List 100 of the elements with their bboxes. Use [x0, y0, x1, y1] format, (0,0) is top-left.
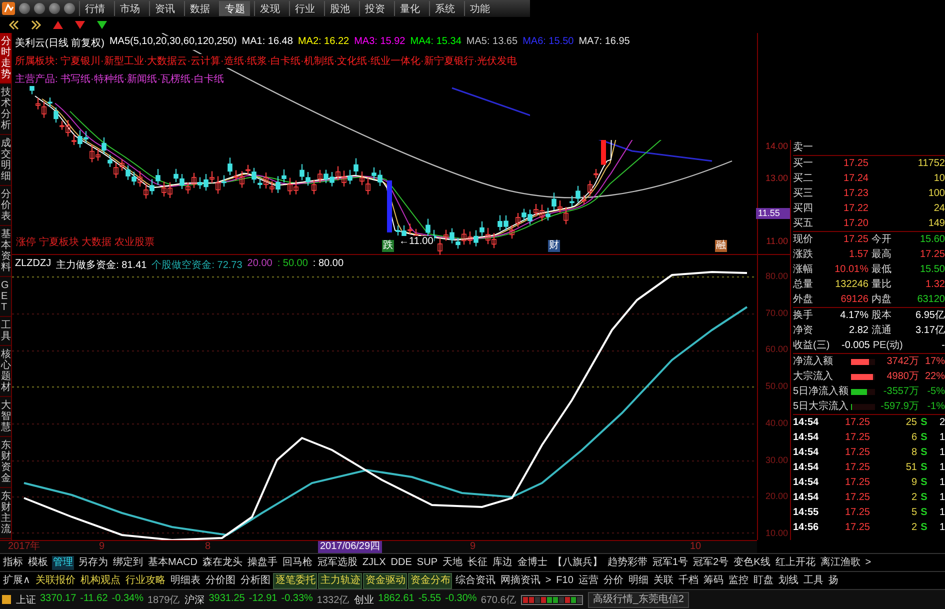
toolbar-item[interactable]: 运营 — [577, 574, 600, 588]
toolbar-item[interactable]: 指标 — [2, 556, 24, 570]
toolbar-item[interactable]: 划线 — [777, 574, 800, 588]
toolbar-item[interactable]: 盯盘 — [752, 574, 774, 588]
bid-volume: 10 — [932, 172, 945, 186]
menu-item[interactable]: 功能 — [464, 1, 495, 16]
indicator-value: : 50.00 — [277, 258, 308, 271]
toolbar-item[interactable]: 资金驱动 — [364, 574, 406, 588]
menu-item[interactable]: 行情 — [79, 1, 110, 16]
toolbar-item[interactable]: 扬 — [827, 574, 840, 588]
axis-label: 50.00 — [765, 381, 788, 392]
toolbar-item[interactable]: 扩展∧ — [2, 574, 32, 588]
toolbar-item[interactable]: 回马枪 — [281, 556, 314, 570]
toolbar-item[interactable]: > — [544, 574, 552, 588]
toolbar-item[interactable]: 分析图 — [239, 574, 272, 588]
trade-side: S — [920, 416, 928, 430]
toolbar-item[interactable]: 库边 — [491, 556, 514, 570]
app-logo-icon[interactable] — [2, 2, 15, 15]
toolbar-item[interactable]: 行业攻略 — [124, 574, 166, 588]
side-tab[interactable]: GET — [0, 277, 11, 317]
toolbar-item[interactable]: 冠军选股 — [316, 556, 358, 570]
menu-item[interactable]: 发现 — [254, 1, 285, 16]
double-left-chevron-icon[interactable] — [8, 20, 20, 30]
toolbar-item[interactable]: 关联报价 — [34, 574, 76, 588]
toolbar-item[interactable]: 另存为 — [77, 556, 109, 570]
toolbar-item[interactable]: 管理 — [52, 556, 74, 570]
toolbar-item[interactable]: 逐笔委托 — [274, 574, 316, 588]
down-triangle-icon[interactable] — [74, 20, 86, 30]
quote-value: 1.57 — [848, 248, 868, 262]
toolbar-item[interactable]: > — [864, 556, 872, 570]
trade-volume: 2 — [910, 491, 917, 505]
side-tab[interactable]: 技术分析 — [0, 84, 11, 135]
window-control-icon[interactable] — [64, 3, 75, 14]
axis-label: 20.00 — [765, 491, 788, 502]
side-tab[interactable]: 核心题材 — [0, 346, 11, 397]
trade-count: 1 — [938, 431, 945, 445]
toolbar-item[interactable]: 监控 — [727, 574, 750, 588]
toolbar-item[interactable]: 筹码 — [702, 574, 724, 588]
toolbar-item[interactable]: 明细 — [627, 574, 650, 588]
index-value: 1862.61 — [378, 592, 414, 606]
trade-time: 14:54 — [793, 431, 820, 445]
toolbar-item[interactable]: F10 — [555, 574, 574, 588]
toolbar-item[interactable]: 冠军1号 — [651, 556, 690, 570]
menu-item[interactable]: 数据 — [184, 1, 215, 16]
toolbar-item[interactable]: 操盘手 — [246, 556, 278, 570]
toolbar-item[interactable]: 【八旗兵】 — [551, 556, 604, 570]
index-change: -11.62 — [80, 592, 108, 606]
toolbar-item[interactable]: 关联 — [652, 574, 674, 588]
quote-value: 4.17% — [839, 309, 868, 323]
toolbar-item[interactable]: 趋势彩带 — [606, 556, 648, 570]
toolbar-item[interactable]: 基本MACD — [147, 556, 198, 570]
toolbar-item[interactable]: 分价 — [602, 574, 624, 588]
menu-item[interactable]: 专题 — [219, 1, 250, 16]
quote-value: 6.95亿 — [914, 309, 945, 323]
toolbar-item[interactable]: 千档 — [677, 574, 700, 588]
toolbar-item[interactable]: 分价图 — [204, 574, 236, 588]
toolbar-item[interactable]: 工具 — [802, 574, 824, 588]
toolbar-item[interactable]: DDE — [390, 556, 413, 570]
side-tab[interactable]: 工具 — [0, 317, 11, 346]
toolbar-item[interactable]: 绑定到 — [112, 556, 144, 570]
trade-count: 2 — [938, 416, 945, 430]
toolbar-item[interactable]: 变色K线 — [732, 556, 772, 570]
toolbar-item[interactable]: 森在龙头 — [201, 556, 244, 570]
toolbar-item[interactable]: 红上开花 — [774, 556, 816, 570]
toolbar-item[interactable]: 离江渔歌 — [819, 556, 862, 570]
toolbar-item[interactable]: 机构观点 — [79, 574, 122, 588]
menu-item[interactable]: 量化 — [394, 1, 425, 16]
toolbar-item[interactable]: 天地 — [441, 556, 464, 570]
toolbar-item[interactable]: 主力轨迹 — [319, 574, 362, 588]
toolbar-item[interactable]: 网摘资讯 — [499, 574, 542, 588]
toolbar-item[interactable]: SUP — [416, 556, 438, 570]
toolbar-item[interactable]: 金博士 — [516, 556, 548, 570]
side-tab[interactable]: 大智慧 — [0, 397, 11, 437]
window-control-icon[interactable] — [34, 3, 45, 14]
menu-item[interactable]: 市场 — [114, 1, 145, 16]
toolbar-item[interactable]: 长征 — [466, 556, 488, 570]
side-tab[interactable]: 分价表 — [0, 186, 11, 226]
toolbar-item[interactable]: 综合资讯 — [454, 574, 496, 588]
toolbar-item[interactable]: 模板 — [27, 556, 49, 570]
menu-item[interactable]: 资讯 — [149, 1, 180, 16]
toolbar-item[interactable]: 明细表 — [169, 574, 202, 588]
side-tab[interactable]: 东财资金 — [0, 437, 11, 488]
window-control-icon[interactable] — [49, 3, 60, 14]
toolbar-item[interactable]: 冠军2号 — [692, 556, 730, 570]
toolbar-item[interactable]: 资金分布 — [409, 574, 452, 588]
trade-side: S — [920, 446, 928, 460]
side-tab[interactable]: 分时走势 — [0, 33, 11, 84]
side-tab[interactable]: 基本资料 — [0, 226, 11, 277]
double-right-chevron-icon[interactable] — [30, 20, 42, 30]
menu-item[interactable]: 行业 — [289, 1, 320, 16]
window-control-icon[interactable] — [19, 3, 30, 14]
side-tab[interactable]: 东财主流 — [0, 488, 11, 539]
side-tab[interactable]: 成交明细 — [0, 135, 11, 186]
down-triangle-icon[interactable] — [96, 20, 108, 30]
menu-item[interactable]: 系统 — [429, 1, 460, 16]
toolbar-item[interactable]: ZJLX — [361, 556, 387, 570]
price-label: 11.00 — [766, 236, 788, 247]
up-triangle-icon[interactable] — [52, 20, 64, 30]
menu-item[interactable]: 投资 — [359, 1, 390, 16]
menu-item[interactable]: 股池 — [324, 1, 355, 16]
